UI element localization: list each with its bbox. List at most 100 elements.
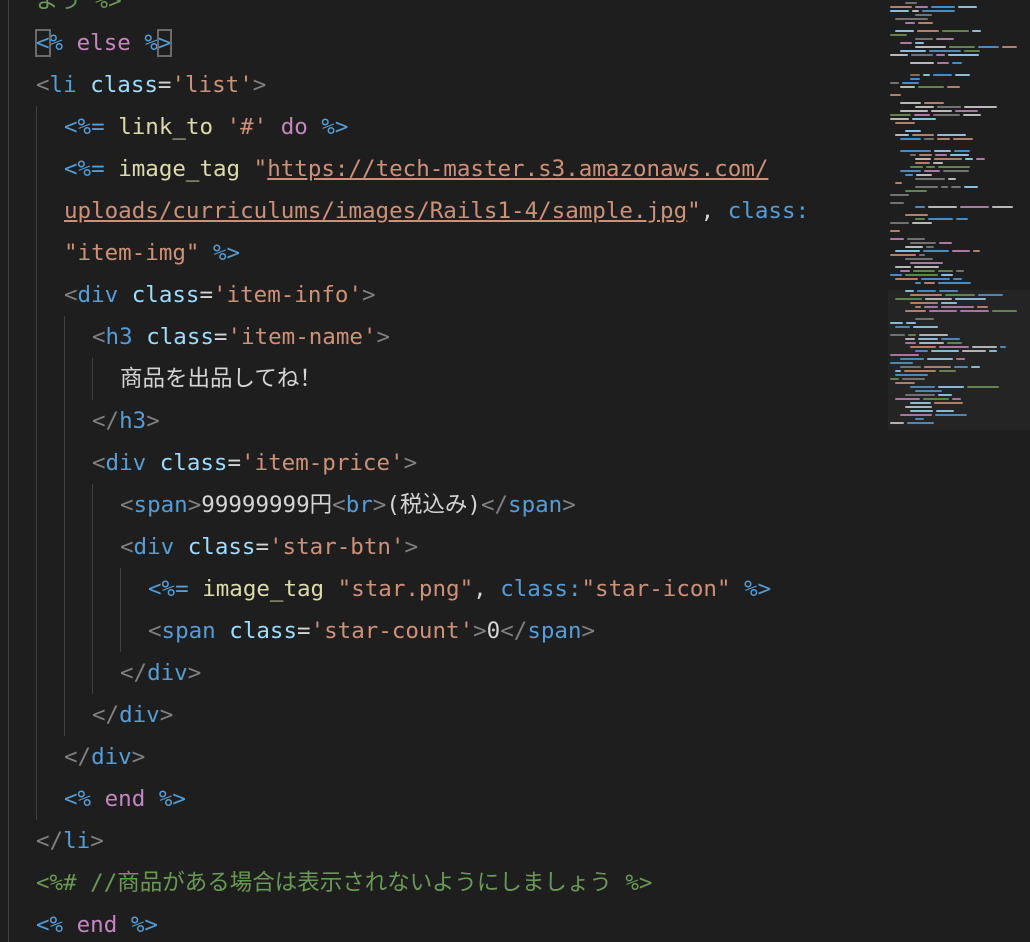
indent-guide bbox=[36, 484, 37, 526]
code-line[interactable]: </div> bbox=[0, 652, 870, 694]
code-line[interactable]: <div class='star-btn'> bbox=[0, 526, 870, 568]
code-line[interactable]: </h3> bbox=[0, 400, 870, 442]
code-line[interactable]: <h3 class='item-name'> bbox=[0, 316, 870, 358]
minimap-line bbox=[910, 78, 920, 80]
code-token: br bbox=[345, 492, 373, 518]
code-line[interactable]: <% end %> bbox=[0, 904, 870, 942]
indent-guide bbox=[8, 274, 9, 316]
code-token: </ bbox=[92, 408, 120, 434]
indent-guide bbox=[8, 106, 9, 148]
code-line[interactable]: "item-img" %> bbox=[0, 232, 870, 274]
minimap-line bbox=[923, 250, 949, 252]
minimap-line bbox=[900, 102, 921, 104]
minimap-line bbox=[954, 150, 970, 152]
minimap[interactable] bbox=[888, 0, 1030, 942]
code-token: class bbox=[90, 72, 158, 98]
minimap-line bbox=[890, 114, 911, 116]
indent-guide bbox=[120, 568, 121, 610]
code-token: " bbox=[687, 198, 701, 224]
minimap-line bbox=[917, 30, 939, 32]
minimap-line bbox=[895, 122, 915, 124]
minimap-line bbox=[895, 30, 914, 32]
code-line[interactable]: <%= image_tag "https://tech-master.s3.am… bbox=[0, 148, 870, 190]
minimap-line bbox=[913, 270, 935, 272]
code-token: 'star-count' bbox=[310, 618, 474, 644]
code-token: div bbox=[91, 744, 132, 770]
minimap-line bbox=[948, 54, 979, 56]
code-line[interactable]: <% else %> bbox=[0, 22, 870, 64]
code-line[interactable]: </div> bbox=[0, 736, 870, 778]
code-token: class bbox=[146, 324, 214, 350]
minimap-line bbox=[926, 246, 934, 248]
indent-guide bbox=[8, 820, 9, 862]
minimap-line bbox=[900, 86, 915, 88]
indent-guide bbox=[36, 778, 37, 820]
minimap-line bbox=[905, 274, 938, 276]
indent-guide bbox=[36, 526, 37, 568]
code-token: "star.png" bbox=[337, 576, 474, 602]
minimap-line bbox=[941, 274, 953, 276]
code-line[interactable]: よう %> bbox=[0, 0, 870, 22]
code-token: </ bbox=[64, 744, 92, 770]
minimap-line bbox=[964, 50, 980, 52]
indent-guide bbox=[8, 64, 9, 106]
code-token: <%# //商品がある場合は表示されないようにしましょう %> bbox=[36, 870, 653, 896]
code-line[interactable]: uploads/curriculums/images/Rails1-4/samp… bbox=[0, 190, 870, 232]
code-line[interactable]: <% end %> bbox=[0, 778, 870, 820]
minimap-line bbox=[942, 30, 969, 32]
minimap-line bbox=[955, 74, 970, 76]
code-token: class: bbox=[500, 576, 582, 602]
minimap-line bbox=[907, 238, 925, 240]
indent-guide bbox=[92, 484, 93, 526]
minimap-line bbox=[934, 158, 962, 160]
minimap-line bbox=[890, 54, 908, 56]
indent-guide bbox=[36, 442, 37, 484]
indent-guide bbox=[8, 778, 9, 820]
minimap-line bbox=[915, 158, 931, 160]
indent-guide bbox=[64, 442, 65, 484]
code-token: > bbox=[131, 744, 146, 770]
code-line[interactable]: <li class='list'> bbox=[0, 64, 870, 106]
minimap-line bbox=[890, 202, 904, 204]
code-line[interactable]: <span class='star-count'>0</span> bbox=[0, 610, 870, 652]
indent-guide bbox=[36, 694, 37, 736]
minimap-line bbox=[895, 182, 902, 184]
minimap-line bbox=[924, 282, 935, 284]
minimap-line bbox=[938, 166, 970, 168]
indent-guide bbox=[120, 610, 121, 652]
code-line[interactable]: <%= link_to '#' do %> bbox=[0, 106, 870, 148]
minimap-slider[interactable] bbox=[888, 290, 1030, 430]
minimap-line bbox=[931, 110, 952, 112]
minimap-line bbox=[937, 62, 949, 64]
minimap-line bbox=[890, 230, 900, 232]
code-token: end bbox=[104, 786, 146, 812]
code-line[interactable]: <div class='item-info'> bbox=[0, 274, 870, 316]
code-line[interactable]: <span>99999999円<br>(税込み)</span> bbox=[0, 484, 870, 526]
code-line[interactable]: <%= image_tag "star.png", class:"star-ic… bbox=[0, 568, 870, 610]
code-token: > bbox=[581, 618, 596, 644]
code-line[interactable]: <div class='item-price'> bbox=[0, 442, 870, 484]
code-line[interactable]: <%# //商品がある場合は表示されないようにしましょう %> bbox=[0, 862, 870, 904]
code-editor[interactable]: よう %> <% else %> <li class='list'> <%= link… bbox=[0, 0, 1030, 942]
indent-guide bbox=[36, 148, 37, 190]
minimap-line bbox=[890, 194, 909, 196]
minimap-line bbox=[890, 274, 902, 276]
code-area[interactable]: よう %> <% else %> <li class='list'> <%= link… bbox=[0, 0, 870, 942]
indent-guide bbox=[8, 148, 9, 190]
minimap-line bbox=[950, 154, 969, 156]
code-token: <%= bbox=[64, 114, 105, 140]
code-line[interactable]: 商品を出品してね！ bbox=[0, 358, 870, 400]
code-token: span bbox=[133, 492, 188, 518]
code-line[interactable]: </div> bbox=[0, 694, 870, 736]
minimap-line bbox=[905, 214, 928, 216]
minimap-line bbox=[900, 270, 910, 272]
indent-guide bbox=[8, 736, 9, 778]
code-token: class bbox=[187, 534, 256, 560]
code-line[interactable]: </li> bbox=[0, 820, 870, 862]
minimap-line bbox=[924, 102, 944, 104]
